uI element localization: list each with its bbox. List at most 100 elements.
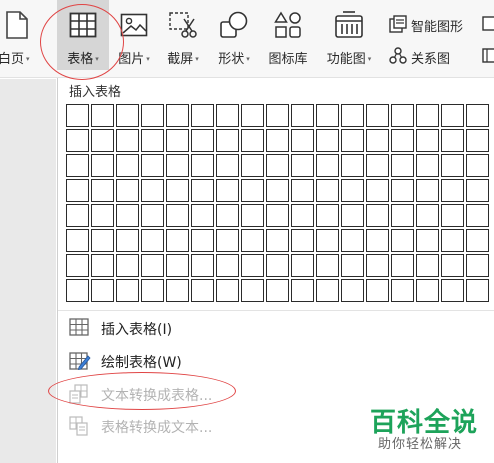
grid-cell[interactable] [466,254,489,277]
grid-cell[interactable] [116,129,139,152]
grid-cell[interactable] [291,154,314,177]
grid-cell[interactable] [366,129,389,152]
grid-cell[interactable] [91,179,114,202]
grid-cell[interactable] [216,154,239,177]
grid-cell[interactable] [366,179,389,202]
grid-cell[interactable] [141,204,164,227]
grid-cell[interactable] [191,279,214,302]
grid-cell[interactable] [391,129,414,152]
grid-cell[interactable] [191,229,214,252]
grid-cell[interactable] [216,204,239,227]
grid-cell[interactable] [466,204,489,227]
grid-cell[interactable] [441,154,464,177]
screenshot-button[interactable]: 截屏 ▾ [160,0,206,70]
grid-cell[interactable] [366,229,389,252]
grid-cell[interactable] [66,179,89,202]
grid-cell[interactable] [266,254,289,277]
grid-cell[interactable] [291,229,314,252]
grid-cell[interactable] [166,154,189,177]
grid-cell[interactable] [416,179,439,202]
grid-cell[interactable] [191,104,214,127]
grid-cell[interactable] [91,129,114,152]
grid-cell[interactable] [216,229,239,252]
grid-cell[interactable] [341,204,364,227]
grid-cell[interactable] [166,254,189,277]
grid-cell[interactable] [141,179,164,202]
grid-cell[interactable] [466,129,489,152]
grid-cell[interactable] [141,104,164,127]
grid-cell[interactable] [266,279,289,302]
grid-cell[interactable] [191,179,214,202]
grid-cell[interactable] [441,204,464,227]
grid-cell[interactable] [166,104,189,127]
grid-cell[interactable] [91,154,114,177]
grid-cell[interactable] [416,129,439,152]
grid-cell[interactable] [66,229,89,252]
grid-cell[interactable] [166,279,189,302]
grid-cell[interactable] [91,229,114,252]
grid-cell[interactable] [66,104,89,127]
grid-cell[interactable] [366,154,389,177]
table-button[interactable]: 表格 ▾ [57,0,109,70]
grid-cell[interactable] [391,279,414,302]
grid-cell[interactable] [466,154,489,177]
grid-cell[interactable] [391,154,414,177]
grid-cell[interactable] [416,229,439,252]
grid-cell[interactable] [191,204,214,227]
grid-cell[interactable] [291,204,314,227]
grid-cell[interactable] [241,229,264,252]
grid-cell[interactable] [166,229,189,252]
grid-cell[interactable] [391,104,414,127]
grid-cell[interactable] [66,129,89,152]
grid-cell[interactable] [166,129,189,152]
table-size-grid[interactable] [66,104,489,302]
grid-cell[interactable] [316,229,339,252]
grid-cell[interactable] [66,279,89,302]
grid-cell[interactable] [141,154,164,177]
grid-cell[interactable] [66,254,89,277]
grid-cell[interactable] [216,254,239,277]
grid-cell[interactable] [316,279,339,302]
relation-chart-button[interactable]: 关系图 [389,46,489,68]
grid-cell[interactable] [291,179,314,202]
grid-cell[interactable] [341,179,364,202]
grid-cell[interactable] [416,154,439,177]
grid-cell[interactable] [316,129,339,152]
grid-cell[interactable] [266,229,289,252]
function-chart-button[interactable]: 功能图 ▾ [320,0,378,70]
grid-cell[interactable] [241,179,264,202]
grid-cell[interactable] [266,204,289,227]
grid-cell[interactable] [91,279,114,302]
grid-cell[interactable] [366,254,389,277]
overflow-icon-bottom[interactable] [482,46,494,68]
grid-cell[interactable] [391,254,414,277]
grid-cell[interactable] [341,104,364,127]
grid-cell[interactable] [466,229,489,252]
grid-cell[interactable] [441,279,464,302]
grid-cell[interactable] [141,129,164,152]
grid-cell[interactable] [316,154,339,177]
grid-cell[interactable] [241,104,264,127]
grid-cell[interactable] [291,279,314,302]
grid-cell[interactable] [241,254,264,277]
grid-cell[interactable] [366,204,389,227]
grid-cell[interactable] [266,154,289,177]
grid-cell[interactable] [391,179,414,202]
grid-cell[interactable] [341,254,364,277]
grid-cell[interactable] [316,204,339,227]
menu-item-insert-table[interactable]: 插入表格(I) [58,311,494,343]
grid-cell[interactable] [91,254,114,277]
grid-cell[interactable] [116,204,139,227]
grid-cell[interactable] [291,254,314,277]
grid-cell[interactable] [266,104,289,127]
grid-cell[interactable] [91,104,114,127]
icon-library-button[interactable]: 图标库 [263,0,313,70]
grid-cell[interactable] [441,229,464,252]
grid-cell[interactable] [241,279,264,302]
grid-cell[interactable] [316,254,339,277]
grid-cell[interactable] [416,279,439,302]
grid-cell[interactable] [366,104,389,127]
grid-cell[interactable] [116,279,139,302]
grid-cell[interactable] [241,129,264,152]
grid-cell[interactable] [241,154,264,177]
